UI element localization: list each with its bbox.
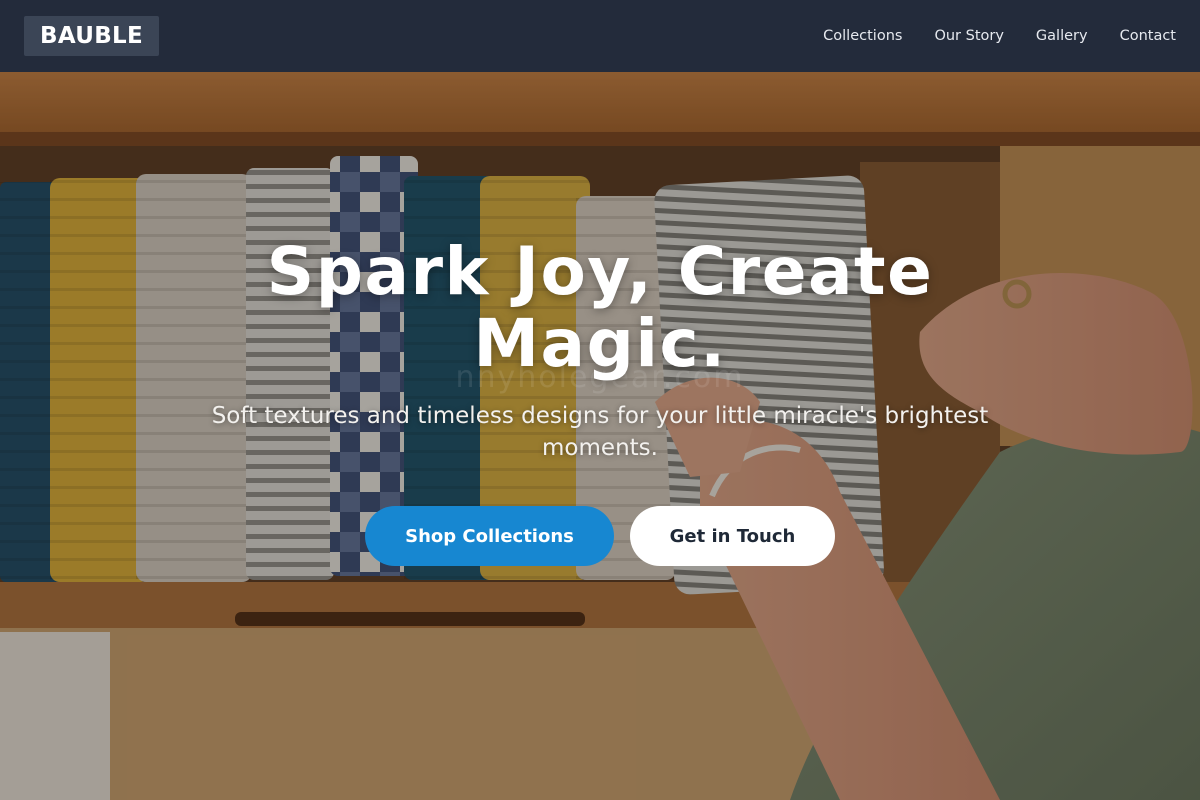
hero-title: Spark Joy, Create Magic.	[266, 233, 934, 382]
nav-link-gallery[interactable]: Gallery	[1036, 28, 1088, 44]
hero-content: nnyholegear.com Spark Joy, Create Magic.…	[0, 72, 1200, 800]
shop-collections-button[interactable]: Shop Collections	[365, 506, 614, 566]
site-header: BAUBLE Collections Our Story Gallery Con…	[0, 0, 1200, 72]
hero-section: nnyholegear.com Spark Joy, Create Magic.…	[0, 72, 1200, 800]
get-in-touch-button[interactable]: Get in Touch	[630, 506, 835, 566]
hero-subtitle: Soft textures and timeless designs for y…	[211, 403, 989, 461]
nav-link-our-story[interactable]: Our Story	[934, 28, 1003, 44]
main-nav: Collections Our Story Gallery Contact	[823, 28, 1176, 44]
hero-actions: Shop Collections Get in Touch	[0, 506, 1200, 566]
nav-link-collections[interactable]: Collections	[823, 28, 902, 44]
nav-link-contact[interactable]: Contact	[1120, 28, 1176, 44]
brand-logo[interactable]: BAUBLE	[24, 16, 159, 56]
